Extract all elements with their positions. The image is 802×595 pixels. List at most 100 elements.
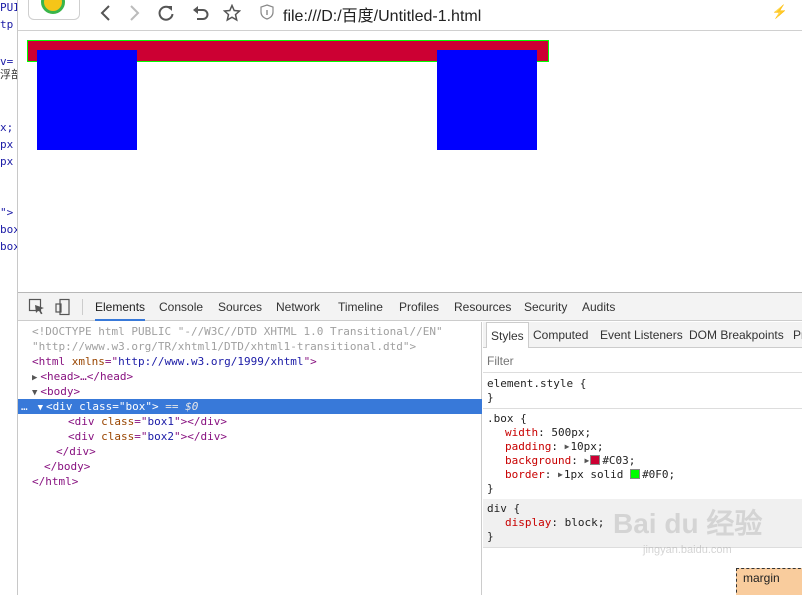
- rule-element-style[interactable]: element.style { }: [483, 374, 802, 409]
- attr-value: box2: [147, 430, 175, 443]
- tab-profiles[interactable]: Profiles: [399, 293, 439, 321]
- attr-eq: =": [104, 355, 119, 368]
- selected-node-marker: == $0: [158, 400, 199, 413]
- more-dots-icon[interactable]: …: [18, 400, 28, 413]
- editor-line: ">: [0, 206, 14, 219]
- forward-icon[interactable]: [122, 0, 146, 26]
- toolbar-divider: [82, 299, 83, 315]
- styles-filter-input[interactable]: [487, 354, 787, 368]
- dom-line-div-box-selected[interactable]: … ▼ <div class="box"> == $0: [18, 399, 482, 414]
- prop-border[interactable]: border: ▶1px solid #0F0;: [483, 468, 802, 482]
- body-tag: <body>: [40, 385, 81, 398]
- styles-subtabs: Styles Computed Event Listeners DOM Brea…: [483, 322, 802, 348]
- dom-line-doctype-cont[interactable]: "http://www.w3.org/TR/xhtml1/DTD/xhtml1-…: [18, 339, 482, 354]
- tab-timeline[interactable]: Timeline: [338, 293, 383, 321]
- lightning-icon[interactable]: ⚡: [772, 4, 788, 20]
- doctype-text: "http://www.w3.org/TR/xhtml1/DTD/xhtml1-…: [32, 340, 417, 353]
- color-swatch[interactable]: [630, 469, 641, 479]
- rule-close: }: [487, 391, 494, 404]
- subtab-event-listeners[interactable]: Event Listeners: [596, 322, 687, 348]
- prop-value: 10px;: [570, 440, 604, 453]
- page-info-icon[interactable]: [260, 4, 274, 20]
- collapse-triangle-icon[interactable]: ▼: [28, 403, 43, 413]
- editor-line: px: [0, 155, 14, 168]
- rule-selector: .box {: [487, 412, 527, 425]
- tag-close: ">: [145, 400, 159, 413]
- editor-line: PUI: [0, 1, 18, 14]
- box-model-margin[interactable]: margin: [736, 568, 802, 595]
- reload-icon[interactable]: [154, 0, 178, 26]
- dom-line-head[interactable]: ▶ <head>…</head>: [18, 369, 482, 384]
- subtab-properties[interactable]: Pr: [789, 322, 802, 348]
- prop-name: border: [505, 468, 545, 481]
- browser-toolbar: file:///D:/百度/Untitled-1.html ⚡: [18, 0, 802, 31]
- tab-security[interactable]: Security: [524, 293, 567, 321]
- editor-strip: PUI tp v= 浮部 x; px px "> box box: [0, 0, 18, 595]
- rule-box[interactable]: .box { width: 500px; padding: ▶10px; bac…: [483, 409, 802, 500]
- attr-eq: =": [134, 430, 148, 443]
- dom-line-html-close[interactable]: </html>: [18, 474, 482, 489]
- back-icon[interactable]: [94, 0, 118, 26]
- tag-close: ">: [303, 355, 317, 368]
- prop-padding[interactable]: padding: ▶10px;: [483, 440, 802, 454]
- div-tag: <div: [46, 400, 80, 413]
- star-icon[interactable]: [220, 0, 244, 26]
- tag-close: "></div>: [174, 415, 227, 428]
- rule-close: }: [487, 482, 494, 495]
- expand-triangle-icon[interactable]: ▶: [558, 468, 563, 482]
- body-close-tag: </body>: [44, 460, 91, 473]
- address-bar-url[interactable]: file:///D:/百度/Untitled-1.html: [283, 2, 481, 26]
- html-close-tag: </html>: [32, 475, 79, 488]
- editor-line: px: [0, 138, 14, 151]
- inspect-element-icon[interactable]: [28, 298, 46, 316]
- editor-line: x;: [0, 121, 14, 134]
- doctype-text: <!DOCTYPE html PUBLIC "-//W3C//DTD XHTML…: [32, 325, 443, 338]
- attr-eq: =": [112, 400, 126, 413]
- dom-line-box1[interactable]: <div class="box1"></div>: [18, 414, 482, 429]
- div-tag: <div: [68, 430, 102, 443]
- prop-value: : 500px;: [538, 426, 592, 439]
- prop-name: width: [505, 426, 539, 439]
- tab-elements[interactable]: Elements: [95, 293, 146, 321]
- expand-triangle-icon[interactable]: ▶: [18, 373, 37, 383]
- filter-row: [483, 349, 802, 373]
- prop-background[interactable]: background: ▶ #C03;: [483, 454, 802, 468]
- box1-element[interactable]: [37, 50, 137, 150]
- editor-line: 浮部: [0, 68, 17, 81]
- dom-line-div-close[interactable]: </div>: [18, 444, 482, 459]
- div-tag: <div: [68, 415, 102, 428]
- dom-line-box2[interactable]: <div class="box2"></div>: [18, 429, 482, 444]
- html-tag: <html: [32, 355, 72, 368]
- attr-name: class: [101, 430, 135, 443]
- tab-sources[interactable]: Sources: [218, 293, 262, 321]
- subtab-dom-breakpoints[interactable]: DOM Breakpoints: [685, 322, 788, 348]
- tab-network[interactable]: Network: [276, 293, 320, 321]
- prop-width[interactable]: width: 500px;: [483, 426, 802, 440]
- attr-eq: =": [134, 415, 148, 428]
- undo-icon[interactable]: [188, 0, 212, 26]
- dom-line-html[interactable]: <html xmlns="http://www.w3.org/1999/xhtm…: [18, 354, 482, 369]
- color-swatch[interactable]: [590, 455, 601, 465]
- device-mode-icon[interactable]: [54, 298, 72, 316]
- tab-resources[interactable]: Resources: [454, 293, 511, 321]
- prop-value: #C03;: [602, 454, 636, 467]
- dom-line-body[interactable]: ▼ <body>: [18, 384, 482, 399]
- subtab-styles[interactable]: Styles: [486, 322, 529, 348]
- dom-line-doctype[interactable]: <!DOCTYPE html PUBLIC "-//W3C//DTD XHTML…: [18, 324, 482, 339]
- page-viewport: [19, 32, 802, 292]
- editor-line: box: [0, 240, 18, 253]
- expand-triangle-icon[interactable]: ▶: [565, 440, 570, 454]
- attr-name: class: [101, 415, 135, 428]
- subtab-computed[interactable]: Computed: [529, 322, 592, 348]
- prop-colon: :: [544, 468, 558, 481]
- attr-value: box: [125, 400, 146, 413]
- div-close-tag: </div>: [56, 445, 96, 458]
- collapse-triangle-icon[interactable]: ▼: [18, 388, 37, 398]
- attr-name: class: [79, 400, 113, 413]
- dom-line-body-close[interactable]: </body>: [18, 459, 482, 474]
- tab-audits[interactable]: Audits: [582, 293, 615, 321]
- expand-triangle-icon[interactable]: ▶: [584, 454, 589, 468]
- app-logo-tab[interactable]: [28, 0, 80, 20]
- box2-element[interactable]: [437, 50, 537, 150]
- tab-console[interactable]: Console: [159, 293, 203, 321]
